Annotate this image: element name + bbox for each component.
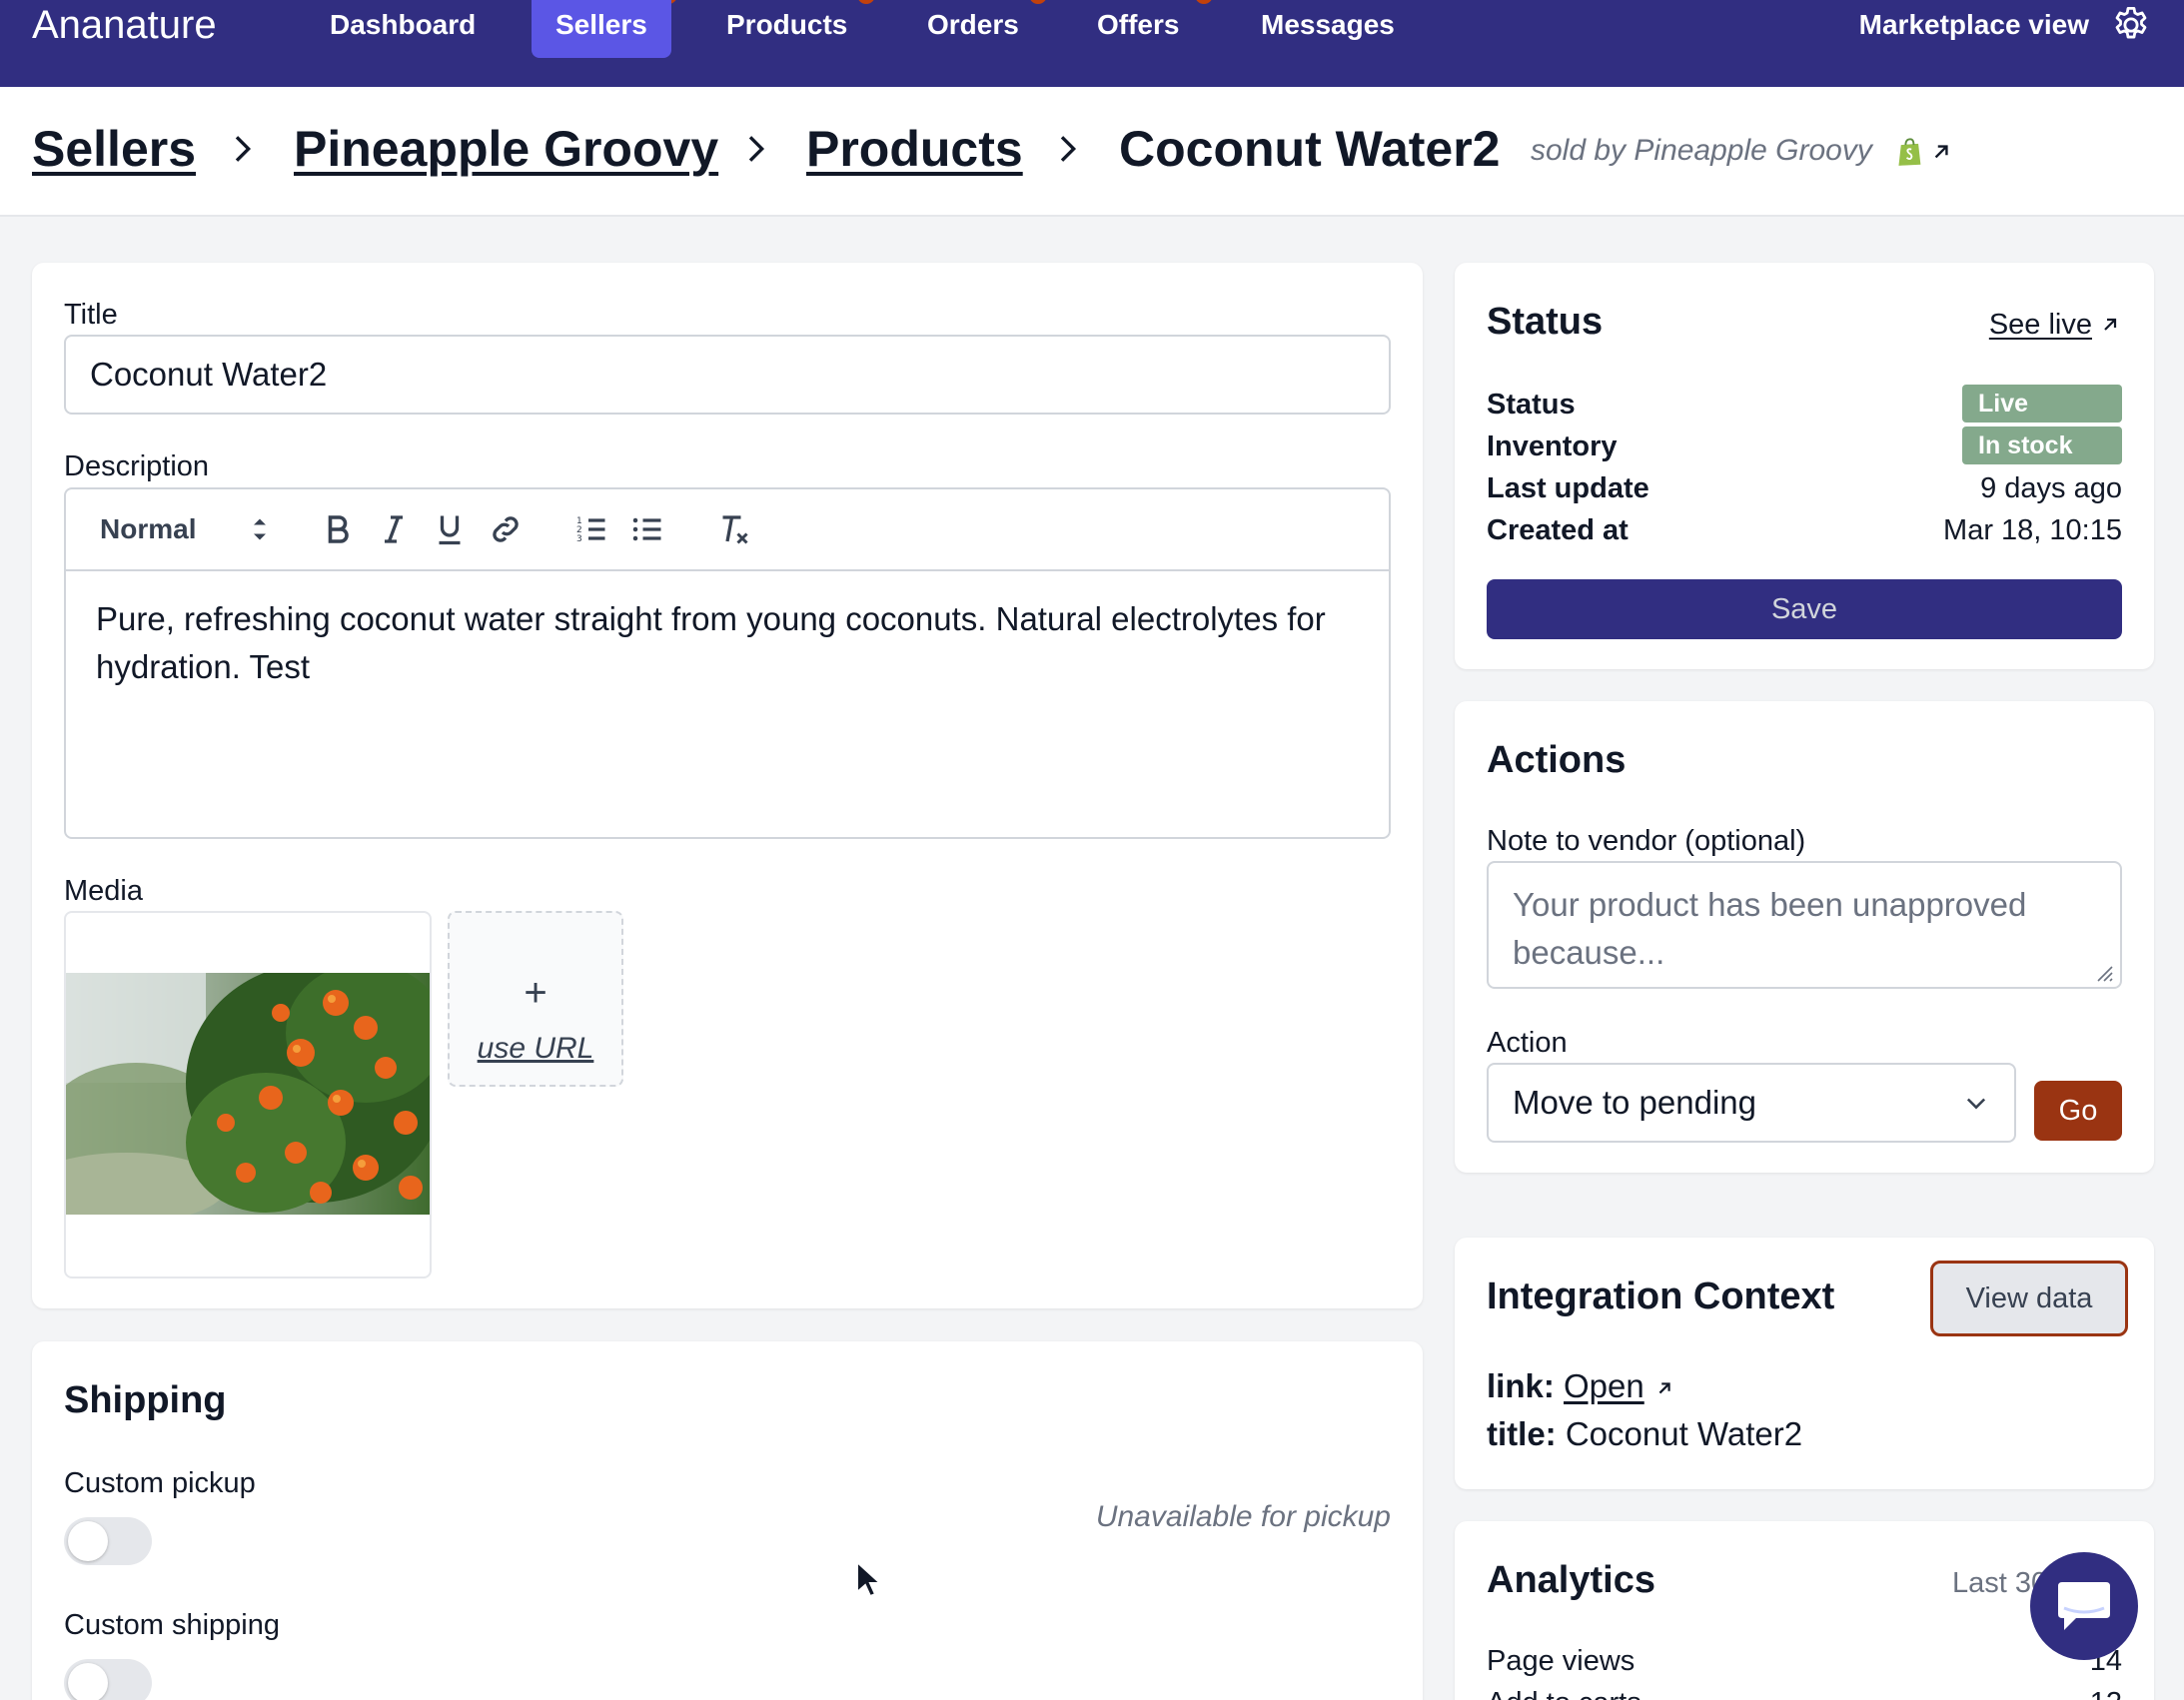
description-editor: Normal 123 Pure, refreshing coconut wate… [64,487,1391,839]
product-details-card: Title Coconut Water2 Description Normal … [32,263,1423,1308]
tab-messages[interactable]: Messages [1237,0,1419,58]
svg-text:3: 3 [576,534,582,544]
breadcrumb: Sellers Pineapple Groovy Products Coconu… [0,87,2184,217]
plus-icon: + [524,971,547,1015]
custom-pickup-label: Custom pickup [64,1467,256,1499]
action-select[interactable]: Move to pending [1487,1063,2016,1143]
select-updown-icon[interactable] [242,511,278,547]
tab-dashboard[interactable]: Dashboard [306,0,500,58]
last-update-label: Last update [1487,472,1649,504]
note-label: Note to vendor (optional) [1487,825,1806,857]
pickup-hint: Unavailable for pickup [1095,1500,1391,1533]
chevron-right-icon [1060,136,1077,162]
shipping-card: Shipping Custom pickup Unavailable for p… [32,1341,1423,1700]
use-url-link[interactable]: use URL [450,1031,621,1067]
chat-icon [2058,1582,2110,1630]
page-title: Coconut Water2 [1119,121,1501,177]
external-link-icon[interactable] [2098,313,2122,337]
clear-format-icon[interactable] [715,511,751,547]
status-badge: Live [1962,385,2122,423]
breadcrumb-sellers[interactable]: Sellers [32,119,196,179]
custom-shipping-label: Custom shipping [64,1609,280,1641]
go-button[interactable]: Go [2034,1081,2122,1141]
sold-by-text: sold by Pineapple Groovy [1531,134,1872,167]
shopify-bag-icon[interactable] [1896,137,1924,167]
bold-icon[interactable] [320,511,356,547]
format-select[interactable]: Normal [100,511,196,547]
actions-card: Actions Note to vendor (optional) Your p… [1455,701,2154,1173]
add-media-url-tile[interactable]: + use URL [448,911,623,1087]
actions-title: Actions [1487,739,1627,781]
created-at-label: Created at [1487,514,1629,546]
link-icon[interactable] [488,511,524,547]
chat-launcher-button[interactable] [2030,1552,2138,1660]
status-row-label: Status [1487,389,1576,421]
breadcrumb-seller-name[interactable]: Pineapple Groovy [294,119,718,179]
integration-context-card: Integration Context View data link: Open… [1455,1238,2154,1489]
analytics-title: Analytics [1487,1559,1655,1601]
add-to-carts-value: 12 [2090,1685,2122,1700]
media-label: Media [64,875,143,907]
inventory-row-label: Inventory [1487,430,1618,462]
integration-title: Integration Context [1487,1275,1835,1317]
italic-icon[interactable] [376,511,412,547]
tab-orders[interactable]: Orders [903,0,1043,58]
description-text[interactable]: Pure, refreshing coconut water straight … [96,595,1349,691]
see-live-link[interactable]: See live [1989,307,2092,343]
brand-logo[interactable]: Ananature [32,0,217,50]
breadcrumb-products[interactable]: Products [806,119,1023,179]
tab-sellers[interactable]: Sellers [532,0,671,58]
last-update-value: 9 days ago [1980,472,2122,504]
external-link-icon[interactable] [1653,1377,1675,1399]
custom-shipping-toggle[interactable] [64,1659,152,1700]
external-link-icon[interactable] [1928,139,1954,165]
integration-title-value: Coconut Water2 [1565,1415,1803,1452]
tab-offers[interactable]: Offers [1073,0,1203,58]
top-navigation-bar: Ananature Dashboard Sellers Products Ord… [0,0,2184,87]
status-title: Status [1487,301,1604,343]
toggle-knob [68,1663,108,1700]
title-key: title: [1487,1415,1557,1452]
chevron-right-icon [235,136,252,162]
orange-tree-image [66,973,430,1215]
created-at-value: Mar 18, 10:15 [1943,514,2122,546]
gear-icon[interactable] [2110,4,2152,46]
page-views-label: Page views [1487,1645,1636,1677]
note-to-vendor-textarea[interactable]: Your product has been unapproved because… [1487,861,2122,989]
custom-pickup-toggle[interactable] [64,1517,152,1565]
add-to-carts-label: Add to carts [1487,1685,1641,1700]
description-label: Description [64,450,210,482]
link-key: link: [1487,1367,1555,1404]
resize-handle-icon[interactable] [2090,959,2114,983]
save-button[interactable]: Save [1487,579,2122,639]
chevron-down-icon[interactable] [1962,1089,1990,1117]
ordered-list-icon[interactable]: 123 [573,511,609,547]
open-link[interactable]: Open [1564,1367,1644,1404]
underline-icon[interactable] [432,511,468,547]
bullet-list-icon[interactable] [629,511,665,547]
title-input[interactable]: Coconut Water2 [64,335,1391,415]
marketplace-view-link[interactable]: Marketplace view [1859,0,2089,50]
inventory-badge: In stock [1962,426,2122,464]
chevron-right-icon [748,136,765,162]
editor-toolbar: Normal 123 [66,489,1389,571]
view-data-button[interactable]: View data [1930,1261,2128,1336]
shipping-title: Shipping [64,1379,227,1421]
toggle-knob [68,1521,108,1561]
tab-products[interactable]: Products [702,0,871,58]
media-thumbnail[interactable] [64,911,432,1278]
title-label: Title [64,299,118,331]
mouse-cursor-icon [856,1560,881,1598]
action-label: Action [1487,1027,1568,1059]
status-card: Status See live Status Live Inventory In… [1455,263,2154,669]
